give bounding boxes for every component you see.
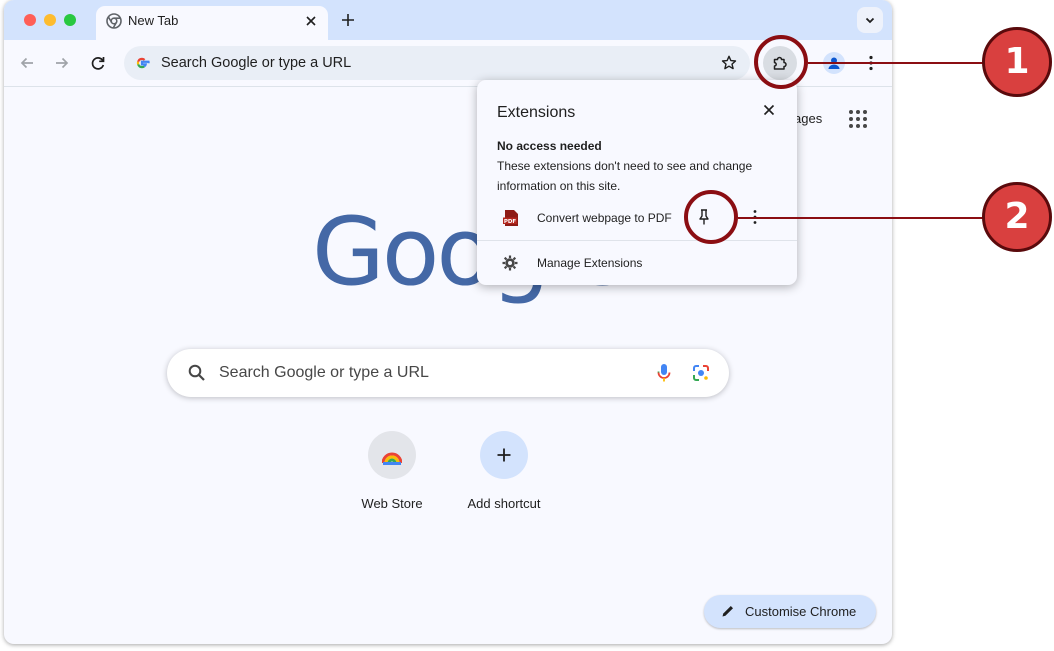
apps-grid-icon[interactable] bbox=[847, 108, 869, 130]
callout-badge-1: 1 bbox=[982, 27, 1052, 97]
tab-title: New Tab bbox=[128, 13, 179, 28]
extension-name[interactable]: Convert webpage to PDF bbox=[537, 211, 672, 225]
popup-title: Extensions bbox=[497, 104, 576, 121]
images-link[interactable]: ages bbox=[794, 111, 822, 126]
google-g-icon bbox=[134, 55, 150, 71]
ntp-search-placeholder[interactable]: Search Google or type a URL bbox=[219, 364, 429, 382]
web-store-shortcut[interactable] bbox=[368, 431, 416, 479]
chevron-down-icon bbox=[862, 12, 878, 28]
shortcut-label-web-store[interactable]: Web Store bbox=[332, 496, 452, 511]
pdf-icon: PDF bbox=[502, 209, 520, 227]
omnibox[interactable]: Search Google or type a URL bbox=[124, 46, 750, 80]
popup-description: These extensions don't need to see and c… bbox=[497, 159, 753, 193]
customise-chrome-label: Customise Chrome bbox=[745, 604, 857, 619]
chrome-icon bbox=[106, 13, 122, 29]
callout-badge-2: 2 bbox=[982, 182, 1052, 252]
highlight-ring-pin bbox=[684, 190, 738, 244]
tab-search-button[interactable] bbox=[857, 7, 883, 33]
manage-extensions-label: Manage Extensions bbox=[537, 256, 643, 270]
close-icon[interactable] bbox=[760, 101, 778, 119]
plus-icon[interactable] bbox=[338, 10, 358, 30]
customise-chrome-button[interactable]: Customise Chrome bbox=[704, 595, 876, 628]
reload-icon[interactable] bbox=[86, 51, 110, 75]
close-icon[interactable] bbox=[302, 12, 320, 30]
callout-line-1 bbox=[808, 62, 984, 64]
gear-icon bbox=[501, 254, 519, 272]
add-shortcut-button[interactable] bbox=[480, 431, 528, 479]
search-icon bbox=[187, 363, 207, 383]
callout-line-2 bbox=[738, 217, 984, 219]
highlight-ring-extensions bbox=[754, 35, 808, 89]
maximize-window-button[interactable] bbox=[64, 14, 76, 26]
manage-extensions-item[interactable]: Manage Extensions bbox=[477, 251, 797, 277]
web-store-icon bbox=[382, 447, 402, 465]
shortcut-label-add-shortcut[interactable]: Add shortcut bbox=[444, 496, 564, 511]
popup-subheading: No access needed bbox=[497, 139, 602, 153]
tab-new-tab[interactable]: New Tab bbox=[96, 6, 328, 40]
lens-icon[interactable] bbox=[691, 363, 711, 383]
extensions-popup: Extensions No access needed These extens… bbox=[477, 80, 797, 285]
pdf-icon-text: PDF bbox=[504, 219, 517, 225]
tab-strip: New Tab bbox=[4, 0, 892, 40]
minimize-window-button[interactable] bbox=[44, 14, 56, 26]
ntp-search-box[interactable]: Search Google or type a URL bbox=[167, 349, 729, 397]
back-arrow-icon[interactable] bbox=[15, 51, 39, 75]
mic-icon[interactable] bbox=[654, 362, 674, 384]
divider bbox=[477, 240, 797, 241]
star-icon[interactable] bbox=[720, 54, 738, 72]
plus-icon bbox=[494, 445, 514, 465]
pencil-icon bbox=[720, 603, 736, 619]
close-window-button[interactable] bbox=[24, 14, 36, 26]
forward-arrow-icon[interactable] bbox=[50, 51, 74, 75]
omnibox-placeholder[interactable]: Search Google or type a URL bbox=[161, 55, 351, 71]
